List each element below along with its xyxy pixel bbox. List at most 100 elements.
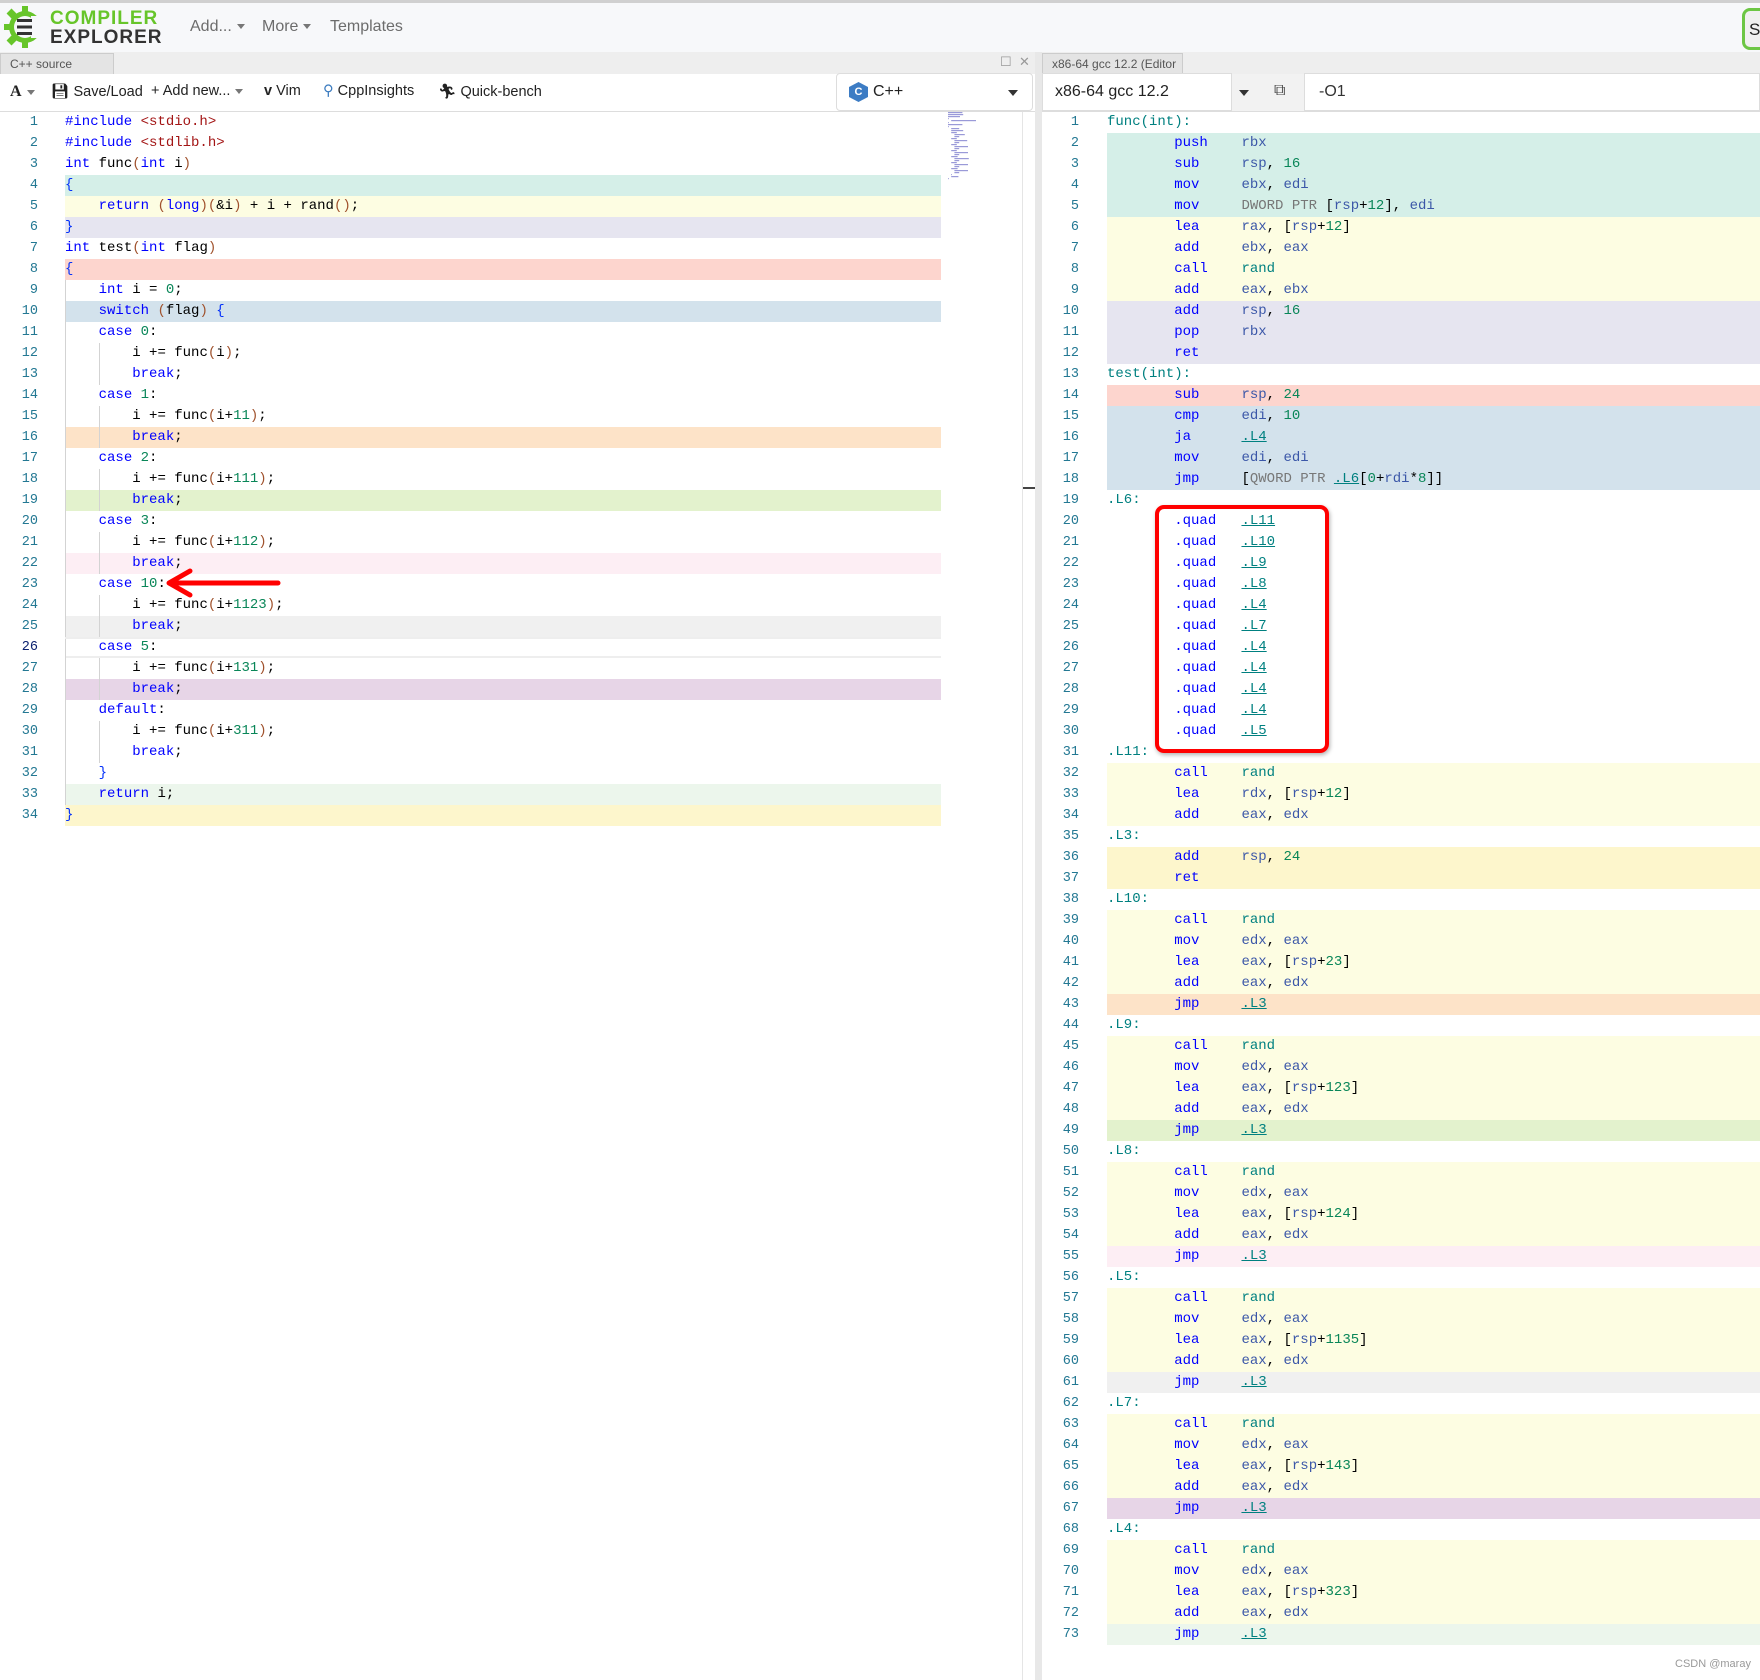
asm-line[interactable]: 26 .quad .L4	[1042, 637, 1760, 658]
code-text[interactable]: break;	[65, 490, 941, 511]
source-line[interactable]: 26 case 5:	[0, 637, 1022, 660]
code-text[interactable]: }	[65, 217, 941, 238]
asm-text[interactable]: jmp .L3	[1107, 1120, 1760, 1141]
asm-text[interactable]: jmp .L3	[1107, 994, 1760, 1015]
source-line[interactable]: 30 i += func(i+311);	[0, 721, 1022, 742]
asm-line[interactable]: 39 call rand	[1042, 910, 1760, 931]
nav-add-menu[interactable]: Add...	[190, 18, 245, 36]
asm-text[interactable]: mov ebx, edi	[1107, 175, 1760, 196]
source-line[interactable]: 31 break;	[0, 742, 1022, 763]
source-line[interactable]: 32 }	[0, 763, 1022, 784]
code-text[interactable]: i += func(i);	[65, 343, 941, 364]
source-line[interactable]: 16 break;	[0, 427, 1022, 448]
asm-text[interactable]: lea eax, [rsp+23]	[1107, 952, 1760, 973]
asm-line[interactable]: 24 .quad .L4	[1042, 595, 1760, 616]
save-load-button[interactable]: 💾︎ Save/Load	[51, 83, 143, 100]
asm-text[interactable]: mov edx, eax	[1107, 1561, 1760, 1582]
asm-text[interactable]: lea rdx, [rsp+12]	[1107, 784, 1760, 805]
compiler-options-input[interactable]: -O1	[1304, 73, 1760, 111]
asm-line[interactable]: 73 jmp .L3	[1042, 1624, 1760, 1645]
asm-line[interactable]: 36 add rsp, 24	[1042, 847, 1760, 868]
asm-line[interactable]: 6 lea rax, [rsp+12]	[1042, 217, 1760, 238]
asm-text[interactable]: mov edx, eax	[1107, 1057, 1760, 1078]
asm-text[interactable]: call rand	[1107, 1162, 1760, 1183]
asm-line[interactable]: 50 .L8:	[1042, 1141, 1760, 1162]
asm-line[interactable]: 17 mov edi, edi	[1042, 448, 1760, 469]
asm-text[interactable]: call rand	[1107, 910, 1760, 931]
asm-text[interactable]: func(int):	[1107, 112, 1760, 133]
asm-line[interactable]: 37 ret	[1042, 868, 1760, 889]
source-line[interactable]: 24 i += func(i+1123);	[0, 595, 1022, 616]
asm-line[interactable]: 55 jmp .L3	[1042, 1246, 1760, 1267]
code-text[interactable]: #include <stdlib.h>	[65, 133, 941, 154]
asm-text[interactable]: .L3:	[1107, 826, 1760, 847]
quickbench-button[interactable]: 🏃︎ Quick-bench	[438, 83, 542, 100]
asm-line[interactable]: 58 mov edx, eax	[1042, 1309, 1760, 1330]
code-text[interactable]: break;	[65, 616, 941, 637]
code-text[interactable]: }	[65, 805, 941, 826]
asm-line[interactable]: 60 add eax, edx	[1042, 1351, 1760, 1372]
asm-text[interactable]: mov edi, edi	[1107, 448, 1760, 469]
source-line[interactable]: 8{	[0, 259, 1022, 280]
close-pane-icon[interactable]: ✕	[1019, 54, 1030, 70]
asm-text[interactable]: mov edx, eax	[1107, 1435, 1760, 1456]
source-line[interactable]: 6}	[0, 217, 1022, 238]
asm-text[interactable]: add eax, edx	[1107, 1603, 1760, 1624]
source-line[interactable]: 23 case 10:	[0, 574, 1022, 595]
asm-line[interactable]: 30 .quad .L5	[1042, 721, 1760, 742]
source-line[interactable]: 21 i += func(i+112);	[0, 532, 1022, 553]
asm-line[interactable]: 45 call rand	[1042, 1036, 1760, 1057]
code-text[interactable]: i += func(i+311);	[65, 721, 941, 742]
asm-text[interactable]: sub rsp, 24	[1107, 385, 1760, 406]
code-text[interactable]: case 3:	[65, 511, 941, 532]
asm-text[interactable]: ja .L4	[1107, 427, 1760, 448]
asm-line[interactable]: 19 .L6:	[1042, 490, 1760, 511]
asm-line[interactable]: 54 add eax, edx	[1042, 1225, 1760, 1246]
asm-line[interactable]: 22 .quad .L9	[1042, 553, 1760, 574]
asm-line[interactable]: 53 lea eax, [rsp+124]	[1042, 1204, 1760, 1225]
asm-line[interactable]: 71 lea eax, [rsp+323]	[1042, 1582, 1760, 1603]
source-line[interactable]: 2 #include <stdlib.h>	[0, 133, 1022, 154]
code-text[interactable]: default:	[65, 700, 941, 721]
asm-line[interactable]: 12 ret	[1042, 343, 1760, 364]
asm-line[interactable]: 57 call rand	[1042, 1288, 1760, 1309]
asm-line[interactable]: 43 jmp .L3	[1042, 994, 1760, 1015]
source-line[interactable]: 20 case 3:	[0, 511, 1022, 532]
asm-text[interactable]: lea eax, [rsp+124]	[1107, 1204, 1760, 1225]
asm-text[interactable]: add eax, edx	[1107, 1477, 1760, 1498]
asm-text[interactable]: .L9:	[1107, 1015, 1760, 1036]
asm-text[interactable]: sub rsp, 16	[1107, 154, 1760, 175]
code-text[interactable]: i += func(i+112);	[65, 532, 941, 553]
asm-text[interactable]: add eax, edx	[1107, 1099, 1760, 1120]
nav-more-menu[interactable]: More	[262, 18, 311, 36]
code-text[interactable]: int i = 0;	[65, 280, 941, 301]
tab-compiler-output[interactable]: x86-64 gcc 12.2 (Editor #1)✎✕	[1042, 53, 1183, 86]
asm-line[interactable]: 29 .quad .L4	[1042, 700, 1760, 721]
asm-line[interactable]: 4 mov ebx, edi	[1042, 175, 1760, 196]
asm-text[interactable]: add eax, ebx	[1107, 280, 1760, 301]
asm-text[interactable]: call rand	[1107, 1414, 1760, 1435]
asm-line[interactable]: 13 test(int):	[1042, 364, 1760, 385]
asm-text[interactable]: add ebx, eax	[1107, 238, 1760, 259]
asm-text[interactable]: ret	[1107, 868, 1760, 889]
code-text[interactable]: case 1:	[65, 385, 941, 406]
asm-text[interactable]: mov edx, eax	[1107, 1183, 1760, 1204]
asm-line[interactable]: 11 pop rbx	[1042, 322, 1760, 343]
code-text[interactable]: {	[65, 259, 941, 280]
code-text[interactable]: i += func(i+11);	[65, 406, 941, 427]
source-line[interactable]: 33 return i;	[0, 784, 1022, 805]
asm-text[interactable]: ret	[1107, 343, 1760, 364]
asm-text[interactable]: call rand	[1107, 763, 1760, 784]
asm-text[interactable]: add eax, edx	[1107, 805, 1760, 826]
source-line[interactable]: 29 default:	[0, 700, 1022, 721]
source-line[interactable]: 14 case 1:	[0, 385, 1022, 406]
asm-line[interactable]: 34 add eax, edx	[1042, 805, 1760, 826]
asm-line[interactable]: 63 call rand	[1042, 1414, 1760, 1435]
source-scrollbar[interactable]	[1022, 112, 1035, 1680]
source-line[interactable]: 5 return (long)(&i) + i + rand();	[0, 196, 1022, 217]
compiler-select[interactable]: x86-64 gcc 12.2	[1042, 73, 1232, 111]
code-text[interactable]: case 0:	[65, 322, 941, 343]
source-line[interactable]: 11 case 0:	[0, 322, 1022, 343]
source-line[interactable]: 10 switch (flag) {	[0, 301, 1022, 322]
asm-line[interactable]: 25 .quad .L7	[1042, 616, 1760, 637]
